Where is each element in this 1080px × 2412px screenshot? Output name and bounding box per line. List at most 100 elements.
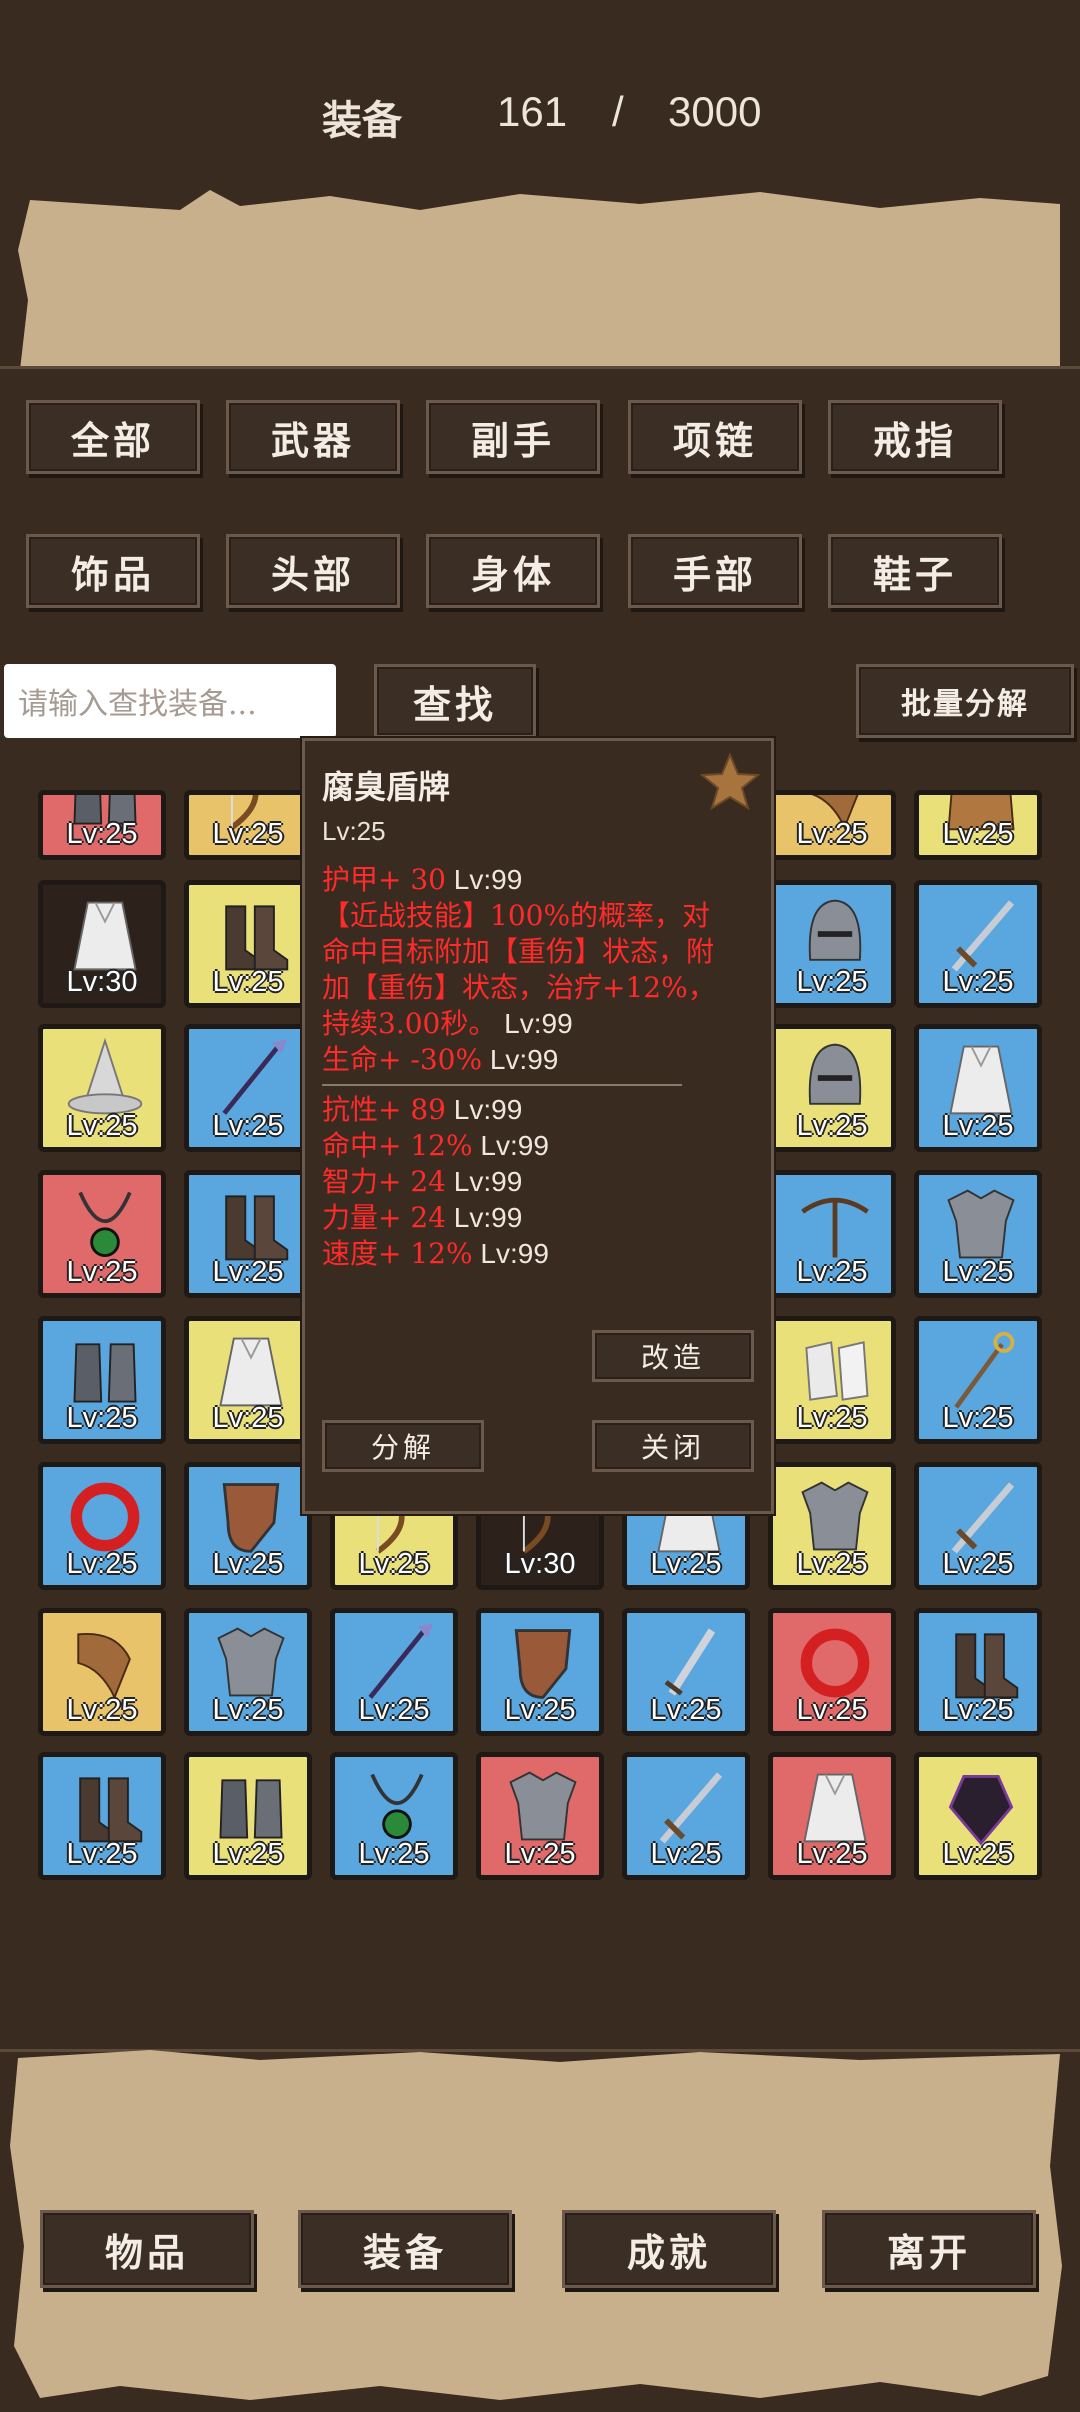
equipment-slot[interactable]: Lv:25 bbox=[330, 1608, 458, 1736]
dismantle-button[interactable]: 分解 bbox=[322, 1420, 484, 1472]
boots-icon bbox=[225, 905, 289, 971]
boots-icon bbox=[955, 1633, 1019, 1699]
robe-icon bbox=[949, 1045, 1013, 1115]
top-parchment bbox=[18, 190, 1060, 370]
stat-line: 智力+ 24 Lv:99 bbox=[322, 1164, 522, 1200]
item-level-label: Lv:25 bbox=[212, 1110, 284, 1142]
nav-button-2[interactable]: 成就 bbox=[562, 2210, 776, 2288]
equipment-slot[interactable]: Lv:25 bbox=[768, 1316, 896, 1444]
stat-effect: 力量+ 24 bbox=[322, 1201, 446, 1234]
equipment-slot[interactable]: Lv:25 bbox=[914, 1024, 1042, 1152]
equipment-slot[interactable]: Lv:25 bbox=[768, 790, 896, 860]
equipment-slot[interactable]: Lv:25 bbox=[476, 1608, 604, 1736]
item-level-label: Lv:25 bbox=[942, 1402, 1014, 1434]
batch-dismantle-button[interactable]: 批量分解 bbox=[856, 664, 1074, 738]
stat-line: 速度+ 12% Lv:99 bbox=[322, 1236, 549, 1272]
tab-tabs_row2-4[interactable]: 鞋子 bbox=[828, 534, 1002, 608]
tab-tabs_row1-1[interactable]: 武器 bbox=[226, 400, 400, 474]
equipment-slot[interactable]: Lv:25 bbox=[914, 1462, 1042, 1590]
equipment-slot[interactable]: Lv:25 bbox=[38, 1608, 166, 1736]
item-level-label: Lv:25 bbox=[66, 818, 138, 850]
stat-effect: 持续3.00秒。 bbox=[322, 1007, 497, 1040]
item-level-label: Lv:25 bbox=[942, 1694, 1014, 1726]
robe-icon bbox=[219, 1337, 283, 1407]
nav-button-0[interactable]: 物品 bbox=[40, 2210, 254, 2288]
search-button[interactable]: 查找 bbox=[374, 664, 536, 738]
stat-level: Lv:99 bbox=[446, 1202, 523, 1233]
item-level-label: Lv:25 bbox=[796, 1838, 868, 1870]
close-button[interactable]: 关闭 bbox=[592, 1420, 754, 1472]
equipment-slot[interactable]: Lv:25 bbox=[38, 1170, 166, 1298]
equipment-slot[interactable]: Lv:25 bbox=[184, 880, 312, 1008]
item-level-label: Lv:25 bbox=[650, 1694, 722, 1726]
favorite-star-icon[interactable] bbox=[700, 752, 760, 812]
equipment-slot[interactable]: Lv:25 bbox=[768, 1170, 896, 1298]
tab-tabs_row1-0[interactable]: 全部 bbox=[26, 400, 200, 474]
equipment-slot[interactable]: Lv:25 bbox=[914, 1608, 1042, 1736]
stat-line: 力量+ 24 Lv:99 bbox=[322, 1200, 522, 1236]
stat-effect: 护甲+ 30 bbox=[322, 863, 446, 896]
equipment-slot[interactable]: Lv:30 bbox=[38, 880, 166, 1008]
equipment-slot[interactable]: Lv:25 bbox=[768, 880, 896, 1008]
equipment-slot[interactable]: Lv:25 bbox=[914, 880, 1042, 1008]
equipment-slot[interactable]: Lv:25 bbox=[768, 1462, 896, 1590]
equipment-slot[interactable]: Lv:25 bbox=[184, 1170, 312, 1298]
equipment-slot[interactable]: Lv:25 bbox=[768, 1608, 896, 1736]
tab-tabs_row1-2[interactable]: 副手 bbox=[426, 400, 600, 474]
equipment-slot[interactable]: Lv:25 bbox=[38, 1024, 166, 1152]
search-input[interactable]: 请输入查找装备... bbox=[4, 664, 336, 738]
stat-line: 持续3.00秒。 Lv:99 bbox=[322, 1006, 573, 1042]
equipment-slot[interactable]: Lv:25 bbox=[768, 1752, 896, 1880]
sword-icon bbox=[951, 900, 1015, 972]
item-level-label: Lv:25 bbox=[358, 1838, 430, 1870]
glove-icon bbox=[805, 1341, 869, 1401]
equipment-slot[interactable]: Lv:25 bbox=[38, 1752, 166, 1880]
item-level-label: Lv:25 bbox=[942, 1548, 1014, 1580]
stat-line: 【近战技能】100%的概率，对 bbox=[322, 898, 710, 934]
equipment-slot[interactable]: Lv:25 bbox=[914, 1170, 1042, 1298]
item-name: 腐臭盾牌 bbox=[322, 768, 451, 806]
item-level-label: Lv:25 bbox=[796, 1694, 868, 1726]
equipment-slot[interactable]: Lv:25 bbox=[476, 1752, 604, 1880]
item-level-label: Lv:25 bbox=[942, 1110, 1014, 1142]
equipment-slot[interactable]: Lv:25 bbox=[38, 1316, 166, 1444]
equipment-slot[interactable]: Lv:25 bbox=[622, 1608, 750, 1736]
tab-tabs_row2-0[interactable]: 饰品 bbox=[26, 534, 200, 608]
stat-line: 生命+ -30% Lv:99 bbox=[322, 1042, 558, 1078]
item-level-label: Lv:25 bbox=[212, 1256, 284, 1288]
tab-tabs_row1-3[interactable]: 项链 bbox=[628, 400, 802, 474]
equipment-slot[interactable]: Lv:25 bbox=[622, 1752, 750, 1880]
sword-icon bbox=[951, 1482, 1015, 1554]
equipment-slot[interactable]: Lv:25 bbox=[184, 1608, 312, 1736]
amulet-icon bbox=[78, 1191, 132, 1257]
item-level-label: Lv:25 bbox=[212, 966, 284, 998]
equipment-slot[interactable]: Lv:25 bbox=[914, 1316, 1042, 1444]
reforge-button[interactable]: 改造 bbox=[592, 1330, 754, 1382]
equipment-slot[interactable]: Lv:25 bbox=[184, 1752, 312, 1880]
equipment-capacity: 3000 bbox=[668, 88, 762, 135]
tab-tabs_row1-4[interactable]: 戒指 bbox=[828, 400, 1002, 474]
equipment-slot[interactable]: Lv:25 bbox=[184, 1462, 312, 1590]
stat-level: Lv:99 bbox=[472, 1238, 549, 1269]
item-level-label: Lv:25 bbox=[504, 1838, 576, 1870]
equipment-slot[interactable]: Lv:25 bbox=[38, 1462, 166, 1590]
equipment-slot[interactable]: Lv:25 bbox=[184, 790, 312, 860]
equipment-slot[interactable]: Lv:25 bbox=[184, 1024, 312, 1152]
equipment-slot[interactable]: Lv:25 bbox=[38, 790, 166, 860]
armor-icon bbox=[947, 1189, 1015, 1259]
equipment-slot[interactable]: Lv:25 bbox=[330, 1752, 458, 1880]
equipment-slot[interactable]: Lv:25 bbox=[914, 790, 1042, 860]
equipment-slot[interactable]: Lv:25 bbox=[914, 1752, 1042, 1880]
gauntlet-icon bbox=[219, 1779, 283, 1839]
nav-button-1[interactable]: 装备 bbox=[298, 2210, 512, 2288]
equipment-slot[interactable]: Lv:25 bbox=[184, 1316, 312, 1444]
armor-icon bbox=[801, 1481, 869, 1551]
stat-level: Lv:99 bbox=[496, 1008, 573, 1039]
ring-icon bbox=[800, 1628, 870, 1698]
tab-tabs_row2-1[interactable]: 头部 bbox=[226, 534, 400, 608]
tab-tabs_row2-2[interactable]: 身体 bbox=[426, 534, 600, 608]
tab-tabs_row2-3[interactable]: 手部 bbox=[628, 534, 802, 608]
equipment-slot[interactable]: Lv:25 bbox=[768, 1024, 896, 1152]
boots-icon bbox=[225, 1195, 289, 1261]
nav-button-3[interactable]: 离开 bbox=[822, 2210, 1036, 2288]
